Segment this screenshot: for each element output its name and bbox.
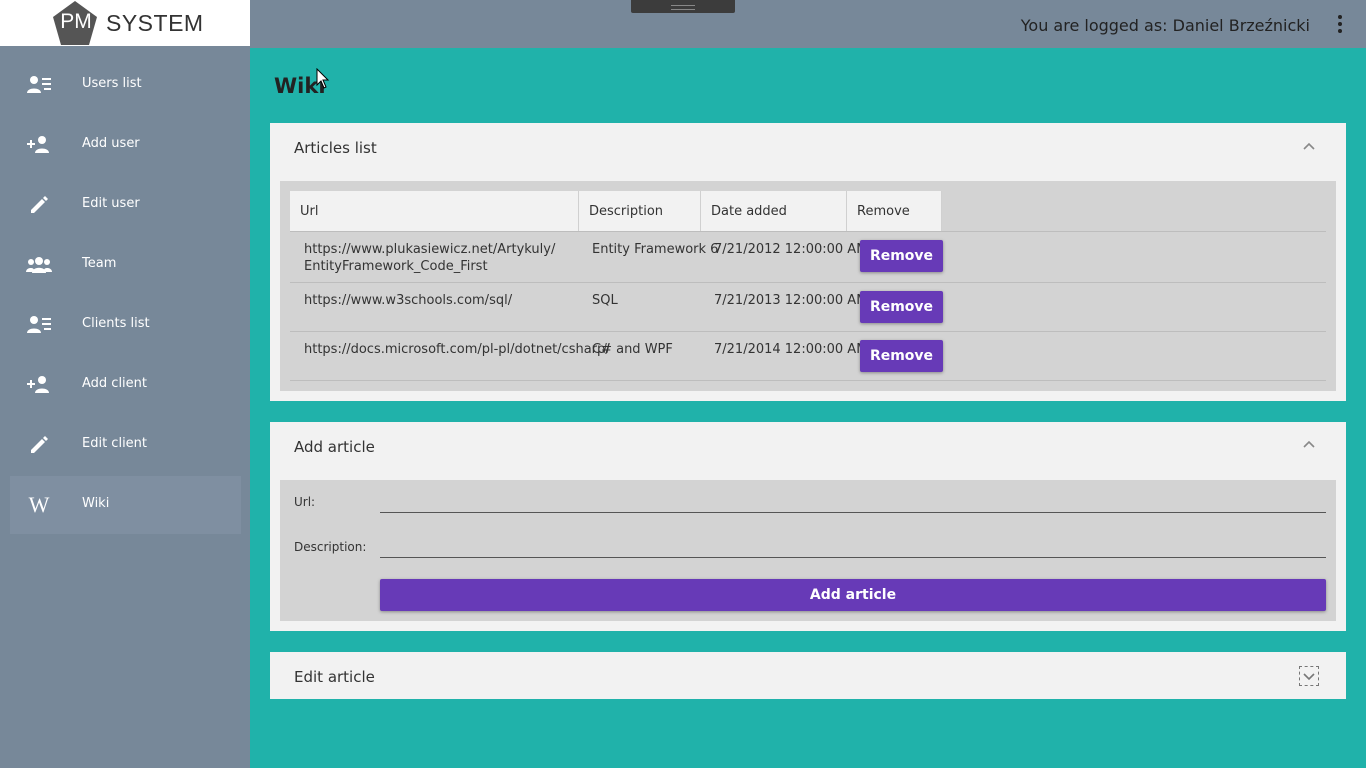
logo-name-text: SYSTEM bbox=[106, 10, 204, 36]
sidebar-item-add-client[interactable]: Add client bbox=[10, 356, 241, 414]
clients-list-icon bbox=[26, 313, 52, 337]
pencil-icon bbox=[26, 193, 52, 217]
description-input[interactable] bbox=[380, 536, 1326, 558]
edit-article-panel: Edit article bbox=[270, 652, 1346, 699]
row-divider bbox=[290, 231, 1326, 232]
row-url: https://www.plukasiewicz.net/Artykuly/ E… bbox=[304, 242, 556, 274]
articles-list-panel: Articles list Url Description Date added… bbox=[270, 123, 1346, 401]
sidebar-item-label: Wiki bbox=[82, 496, 110, 511]
sidebar-item-label: Add client bbox=[82, 376, 148, 391]
add-article-form: Url: Description: Add article bbox=[280, 480, 1336, 621]
row-url: https://www.w3schools.com/sql/ bbox=[304, 293, 513, 308]
row-divider bbox=[290, 331, 1326, 332]
sidebar-item-add-user[interactable]: Add user bbox=[10, 116, 241, 174]
row-description: C# and WPF bbox=[592, 342, 673, 357]
sidebar-item-team[interactable]: Team bbox=[10, 236, 241, 294]
row-date: 7/21/2014 12:00:00 AM bbox=[714, 342, 868, 357]
drag-handle[interactable] bbox=[631, 0, 735, 13]
url-input[interactable] bbox=[380, 491, 1326, 513]
sidebar-item-label: Clients list bbox=[82, 316, 150, 331]
column-header-description[interactable]: Description bbox=[579, 191, 701, 232]
sidebar-item-users-list[interactable]: Users list bbox=[10, 56, 241, 114]
row-date: 7/21/2013 12:00:00 AM bbox=[714, 293, 868, 308]
sidebar-item-label: Team bbox=[82, 256, 117, 271]
chevron-down-icon bbox=[1303, 673, 1315, 681]
row-divider bbox=[290, 380, 1326, 381]
expand-toggle[interactable] bbox=[1299, 666, 1319, 686]
description-label: Description: bbox=[294, 540, 367, 554]
add-client-icon bbox=[26, 373, 52, 397]
chevron-up-icon[interactable] bbox=[1302, 438, 1316, 452]
mouse-cursor-icon bbox=[316, 68, 330, 89]
sidebar-item-label: Edit client bbox=[82, 436, 148, 451]
app-logo: PM SYSTEM bbox=[0, 0, 250, 46]
row-description: SQL bbox=[592, 293, 618, 308]
remove-button[interactable]: Remove bbox=[860, 291, 943, 323]
top-bar: You are logged as: Daniel Brzeźnicki bbox=[250, 0, 1366, 48]
column-header-date-added[interactable]: Date added bbox=[701, 191, 847, 232]
remove-button[interactable]: Remove bbox=[860, 340, 943, 372]
chevron-up-icon[interactable] bbox=[1302, 140, 1316, 154]
users-list-icon bbox=[26, 73, 52, 97]
sidebar-item-label: Add user bbox=[82, 136, 140, 151]
wiki-icon: W bbox=[28, 492, 50, 517]
add-user-icon bbox=[26, 133, 52, 157]
articles-table: Url Description Date added Remove https:… bbox=[280, 181, 1336, 391]
row-url: https://docs.microsoft.com/pl-pl/dotnet/… bbox=[304, 342, 610, 357]
logo-badge-text: PM bbox=[60, 10, 92, 33]
sidebar-item-wiki[interactable]: W Wiki bbox=[10, 476, 241, 534]
add-article-panel: Add article Url: Description: Add articl… bbox=[270, 422, 1346, 631]
column-header-remove[interactable]: Remove bbox=[847, 191, 942, 232]
articles-list-header[interactable]: Articles list bbox=[294, 139, 377, 157]
sidebar-item-edit-user[interactable]: Edit user bbox=[10, 176, 241, 234]
edit-article-header[interactable]: Edit article bbox=[294, 668, 375, 686]
remove-button[interactable]: Remove bbox=[860, 240, 943, 272]
sidebar-item-label: Edit user bbox=[82, 196, 140, 211]
column-header-url[interactable]: Url bbox=[290, 191, 579, 232]
more-options-icon[interactable] bbox=[1336, 15, 1344, 35]
add-article-header[interactable]: Add article bbox=[294, 438, 375, 456]
sidebar-item-label: Users list bbox=[82, 76, 142, 91]
row-date: 7/21/2012 12:00:00 AM bbox=[714, 242, 868, 257]
sidebar: Users list Add user Edit user Team Clien… bbox=[0, 46, 250, 768]
row-divider bbox=[290, 282, 1326, 283]
url-label: Url: bbox=[294, 495, 316, 509]
sidebar-item-edit-client[interactable]: Edit client bbox=[10, 416, 241, 474]
row-description: Entity Framework 6 bbox=[592, 242, 719, 257]
team-icon bbox=[26, 253, 52, 277]
sidebar-item-clients-list[interactable]: Clients list bbox=[10, 296, 241, 354]
pencil-icon bbox=[26, 433, 52, 457]
add-article-button[interactable]: Add article bbox=[380, 579, 1326, 611]
logged-user-text: You are logged as: Daniel Brzeźnicki bbox=[1020, 16, 1310, 35]
